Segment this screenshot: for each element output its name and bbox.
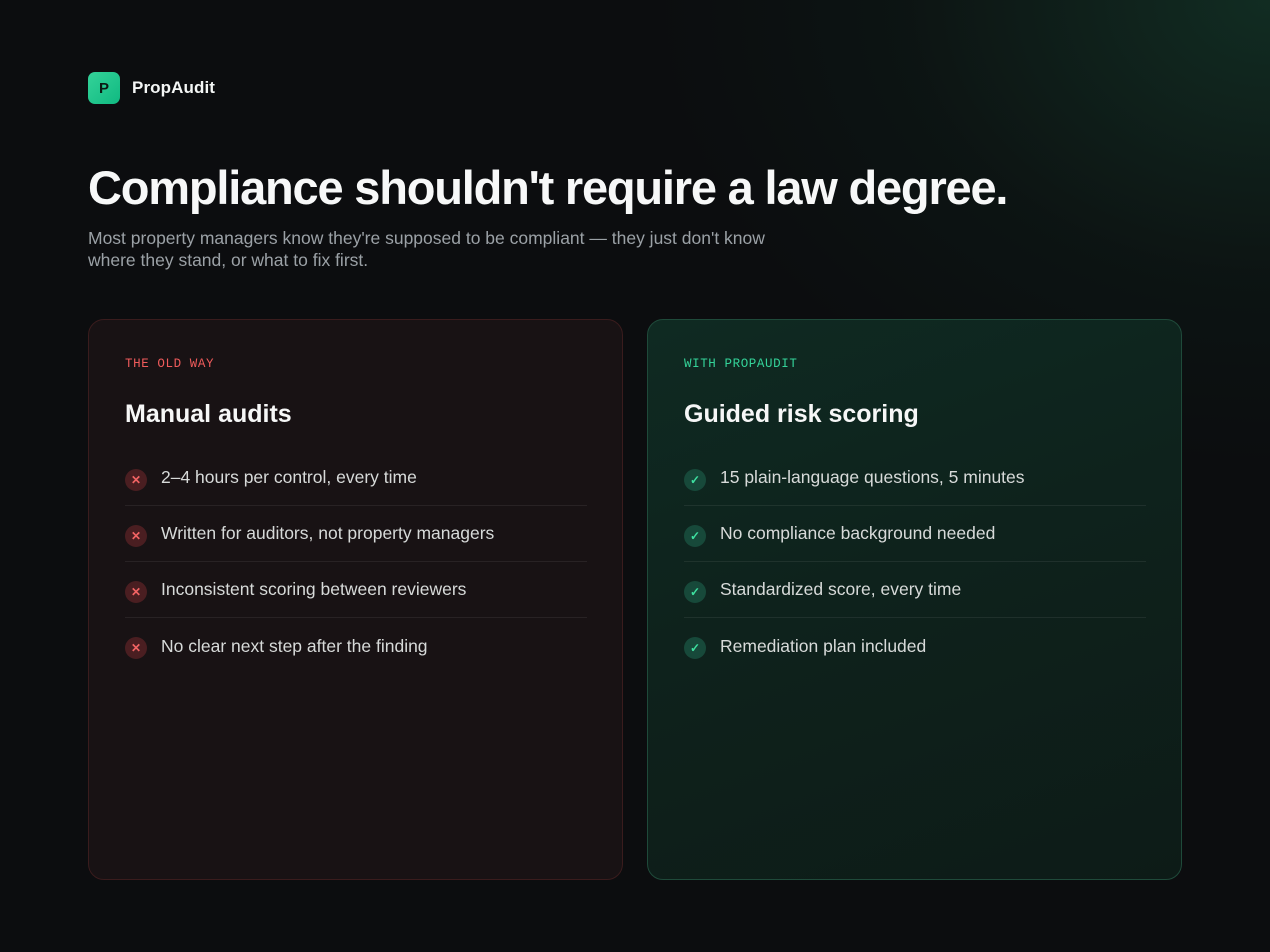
list-item: ✓ No compliance background needed	[684, 506, 1146, 562]
check-icon: ✓	[684, 524, 706, 547]
new-way-title: Guided risk scoring	[684, 400, 919, 428]
new-way-list: ✓ 15 plain-language questions, 5 minutes…	[684, 467, 1146, 691]
list-item-text: Standardized score, every time	[720, 579, 962, 599]
list-item-text: No compliance background needed	[720, 523, 996, 543]
brand[interactable]: P PropAudit	[88, 72, 215, 104]
list-item: ✓ 15 plain-language questions, 5 minutes	[684, 450, 1146, 506]
x-icon: ✕	[125, 580, 147, 603]
x-icon: ✕	[125, 637, 147, 659]
list-item-text: 15 plain-language questions, 5 minutes	[720, 467, 1025, 487]
new-way-eyebrow: WITH PROPAUDIT	[684, 357, 798, 371]
list-item: ✓ Standardized score, every time	[684, 562, 1146, 618]
old-way-eyebrow: THE OLD WAY	[125, 357, 215, 371]
list-item-text: No clear next step after the finding	[161, 635, 428, 656]
list-item-text: Written for auditors, not property manag…	[161, 523, 495, 543]
page-subhead: Most property managers know they're supp…	[88, 228, 765, 270]
list-item: ✕ Written for auditors, not property man…	[125, 506, 587, 562]
old-way-title: Manual audits	[125, 400, 292, 428]
list-item-text: 2–4 hours per control, every time	[161, 467, 417, 487]
list-item: ✕ Inconsistent scoring between reviewers	[125, 562, 587, 618]
x-icon: ✕	[125, 524, 147, 547]
list-item: ✕ 2–4 hours per control, every time	[125, 450, 587, 506]
new-way-card: WITH PROPAUDIT Guided risk scoring ✓ 15 …	[647, 319, 1182, 880]
list-item-text: Inconsistent scoring between reviewers	[161, 579, 467, 599]
list-item: ✓ Remediation plan included	[684, 618, 1146, 674]
list-item-text: Remediation plan included	[720, 635, 927, 656]
brand-logo: P	[88, 72, 120, 104]
old-way-list: ✕ 2–4 hours per control, every time ✕ Wr…	[125, 467, 587, 691]
check-icon: ✓	[684, 580, 706, 603]
old-way-card: THE OLD WAY Manual audits ✕ 2–4 hours pe…	[88, 319, 623, 880]
x-icon: ✕	[125, 468, 147, 491]
check-icon: ✓	[684, 637, 706, 659]
check-icon: ✓	[684, 468, 706, 491]
comparison-cards: THE OLD WAY Manual audits ✕ 2–4 hours pe…	[88, 319, 1182, 880]
list-item: ✕ No clear next step after the finding	[125, 618, 587, 674]
page-headline: Compliance shouldn't require a law degre…	[88, 161, 1008, 214]
brand-name: PropAudit	[132, 78, 216, 97]
